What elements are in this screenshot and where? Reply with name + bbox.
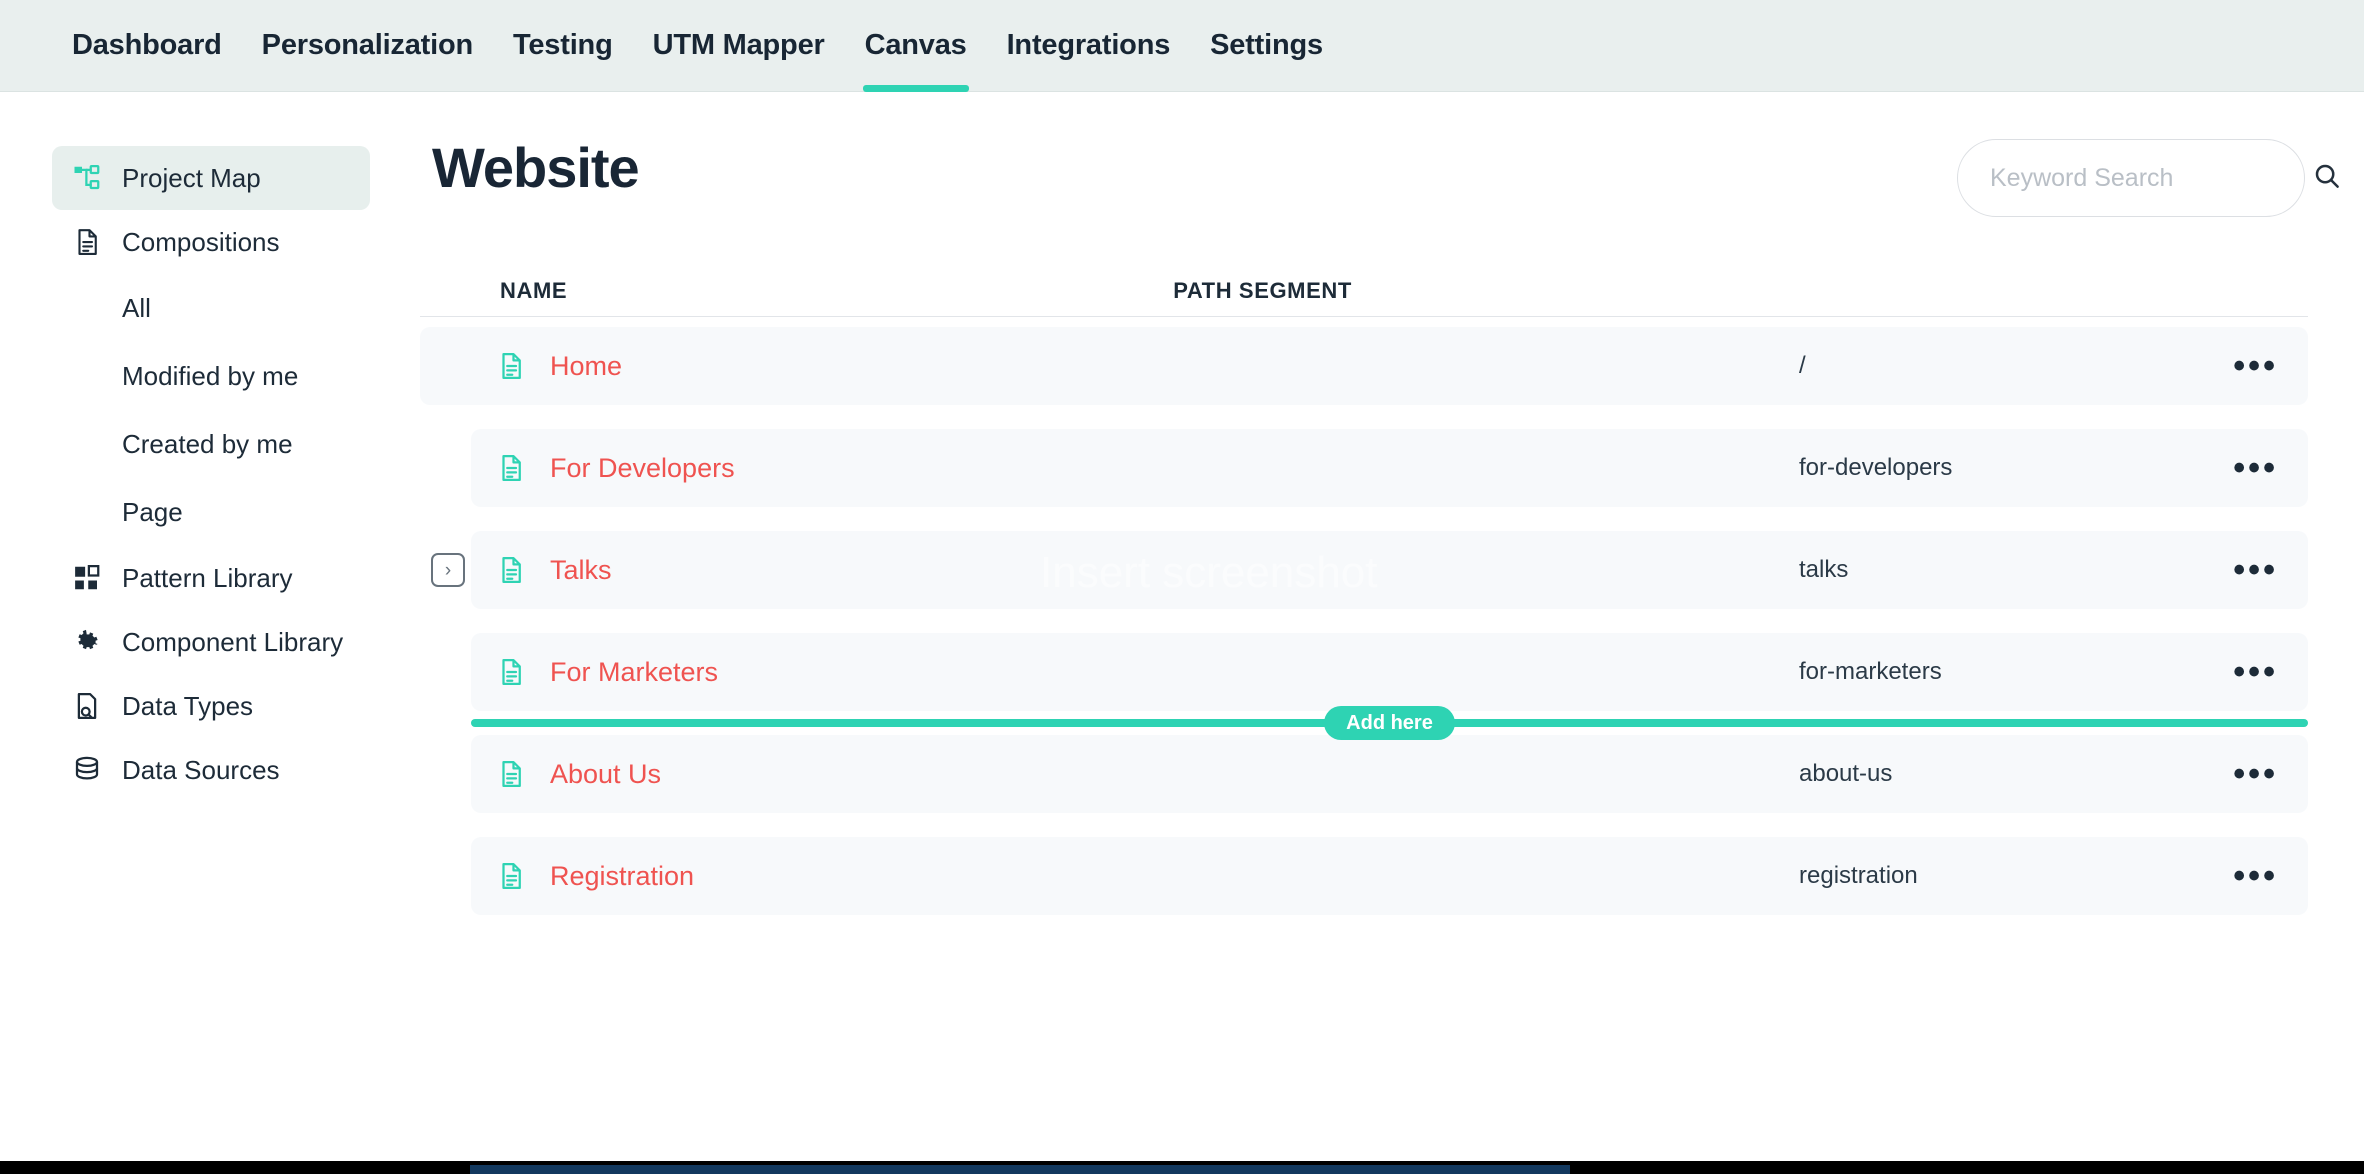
- sidebar-item-label: Project Map: [122, 163, 261, 194]
- nav-tab-personalization[interactable]: Personalization: [242, 0, 493, 92]
- table-row[interactable]: For Developers for-developers •••: [471, 429, 2308, 507]
- add-here-label[interactable]: Add here: [1324, 706, 1455, 740]
- search-input[interactable]: [1990, 164, 2312, 193]
- row-overflow-menu-icon[interactable]: •••: [2233, 662, 2278, 682]
- nav-tab-utm-mapper[interactable]: UTM Mapper: [633, 0, 845, 92]
- table-body: Home / ••• For Developers for-developers •••…: [420, 317, 2308, 915]
- sidebar-item-pattern-library[interactable]: Pattern Library: [52, 546, 370, 610]
- drop-target-indicator[interactable]: Add here: [471, 719, 2308, 727]
- keyword-search-box[interactable]: [1957, 139, 2305, 217]
- table-row[interactable]: Home / •••: [420, 327, 2308, 405]
- page-name-link[interactable]: For Developers: [550, 453, 735, 484]
- sidebar-item-compositions[interactable]: Compositions: [52, 210, 370, 274]
- nav-tab-dashboard[interactable]: Dashboard: [52, 0, 242, 92]
- project-map-table: NAME PATH SEGMENT Home / ••• For Developer…: [420, 259, 2308, 939]
- sidebar-subitem-modified-by-me[interactable]: Modified by me: [122, 342, 420, 410]
- document-icon: [496, 657, 526, 687]
- document-icon: [496, 351, 526, 381]
- nav-tab-settings[interactable]: Settings: [1190, 0, 1343, 92]
- sidebar-item-data-sources[interactable]: Data Sources: [52, 738, 370, 802]
- column-header-path-segment: PATH SEGMENT: [1173, 278, 1352, 304]
- table-row[interactable]: Registration registration •••: [471, 837, 2308, 915]
- document-icon: [496, 453, 526, 483]
- sidebar-item-label: Component Library: [122, 627, 343, 658]
- nav-tab-canvas[interactable]: Canvas: [845, 0, 987, 92]
- sidebar-item-component-library[interactable]: Component Library: [52, 610, 370, 674]
- sidebar-item-project-map[interactable]: Project Map: [52, 146, 370, 210]
- row-overflow-menu-icon[interactable]: •••: [2233, 458, 2278, 478]
- database-icon: [70, 753, 104, 787]
- path-segment-value: /: [1799, 352, 1806, 380]
- page-name-link[interactable]: About Us: [550, 759, 661, 790]
- path-segment-value: registration: [1799, 862, 1918, 890]
- path-segment-value: talks: [1799, 556, 1848, 584]
- chevron-right-icon[interactable]: ›: [431, 553, 465, 587]
- document-icon: [496, 759, 526, 789]
- page-name-link[interactable]: Home: [550, 351, 622, 382]
- sidebar-item-label: Data Types: [122, 691, 253, 722]
- table-header-row: NAME PATH SEGMENT: [420, 259, 2308, 317]
- document-search-icon: [70, 689, 104, 723]
- page-name-link[interactable]: For Marketers: [550, 657, 718, 688]
- path-segment-value: about-us: [1799, 760, 1892, 788]
- sidebar-item-label: Pattern Library: [122, 563, 293, 594]
- main-content: Website NAME PATH SEGMENT Home / ••• For D…: [420, 93, 2364, 1174]
- top-navigation-bar: DashboardPersonalizationTestingUTM Mappe…: [0, 0, 2364, 92]
- search-icon[interactable]: [2312, 161, 2342, 196]
- table-row[interactable]: For Marketers for-marketers •••: [471, 633, 2308, 711]
- row-overflow-menu-icon[interactable]: •••: [2233, 560, 2278, 580]
- path-segment-value: for-marketers: [1799, 658, 1942, 686]
- row-overflow-menu-icon[interactable]: •••: [2233, 356, 2278, 376]
- path-segment-value: for-developers: [1799, 454, 1952, 482]
- sidebar-item-label: Compositions: [122, 227, 280, 258]
- row-overflow-menu-icon[interactable]: •••: [2233, 764, 2278, 784]
- row-overflow-menu-icon[interactable]: •••: [2233, 866, 2278, 886]
- document-icon: [496, 861, 526, 891]
- nav-tab-testing[interactable]: Testing: [493, 0, 633, 92]
- table-row[interactable]: About Us about-us •••: [471, 735, 2308, 813]
- sidebar-item-label: Data Sources: [122, 755, 280, 786]
- document-icon: [496, 555, 526, 585]
- sidebar: Project Map Compositions AllModified by …: [0, 93, 420, 1174]
- sidebar-subitem-all[interactable]: All: [122, 274, 420, 342]
- sidebar-item-data-types[interactable]: Data Types: [52, 674, 370, 738]
- page-name-link[interactable]: Registration: [550, 861, 694, 892]
- sitemap-icon: [70, 161, 104, 195]
- sidebar-subitem-created-by-me[interactable]: Created by me: [122, 410, 420, 478]
- page-name-link[interactable]: Talks: [550, 555, 612, 586]
- sidebar-subitem-page[interactable]: Page: [122, 478, 420, 546]
- grid-blocks-icon: [70, 561, 104, 595]
- gear-icon: [70, 625, 104, 659]
- page-title: Website: [432, 135, 639, 200]
- nav-tab-integrations[interactable]: Integrations: [987, 0, 1191, 92]
- table-row[interactable]: › Talkstalks•••: [471, 531, 2308, 609]
- column-header-name: NAME: [500, 278, 567, 304]
- document-icon: [70, 225, 104, 259]
- bottom-edge-strip-accent: [470, 1165, 1570, 1174]
